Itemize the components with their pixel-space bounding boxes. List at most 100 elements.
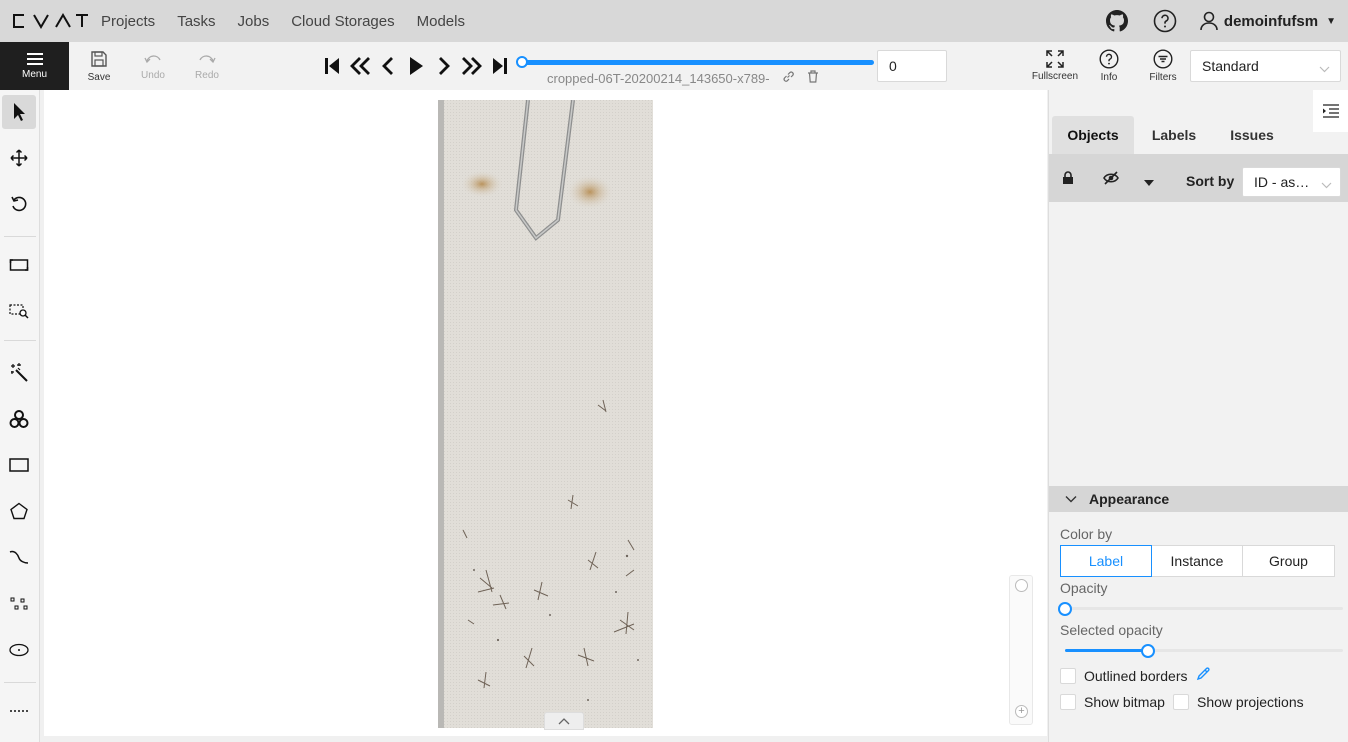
selected-opacity-slider[interactable]: [1065, 644, 1343, 658]
redo-label: Redo: [195, 69, 219, 81]
last-frame-button[interactable]: [486, 52, 514, 80]
caret-down-icon: ▼: [1326, 15, 1336, 27]
ellipse-icon: [9, 643, 29, 657]
fit-image-tool[interactable]: [2, 248, 36, 282]
nav-tasks[interactable]: Tasks: [177, 13, 215, 30]
zoom-in-icon[interactable]: +: [1015, 705, 1028, 718]
undo-button[interactable]: Undo: [126, 42, 180, 90]
ellipse-tool[interactable]: [2, 633, 36, 667]
sidebar-tabs: Objects Labels Issues: [1052, 116, 1290, 154]
first-frame-button[interactable]: [318, 52, 346, 80]
tab-objects[interactable]: Objects: [1052, 116, 1134, 154]
checkbox-box[interactable]: [1060, 694, 1076, 710]
color-by-group-option[interactable]: Group: [1242, 545, 1335, 577]
tool-separator: [4, 682, 36, 683]
color-picker-icon[interactable]: [1196, 667, 1210, 684]
zoom-region-tool[interactable]: [2, 294, 36, 328]
outlined-borders-checkbox[interactable]: Outlined borders: [1060, 667, 1210, 684]
zoom-slider-knob[interactable]: [1015, 579, 1028, 592]
objects-header: Sort by ID - as…: [1049, 154, 1348, 202]
filters-label: Filters: [1149, 72, 1177, 83]
caret-down-icon[interactable]: [1143, 174, 1155, 192]
eye-invisible-icon[interactable]: [1103, 171, 1119, 190]
fast-backward-button[interactable]: [346, 52, 374, 80]
menu-fold-icon: [1322, 104, 1339, 118]
color-by-label-option[interactable]: Label: [1060, 545, 1152, 577]
checkbox-box[interactable]: [1060, 667, 1076, 684]
tool-separator: [4, 340, 36, 341]
annotation-canvas[interactable]: +: [44, 90, 1047, 736]
fullscreen-button[interactable]: Fullscreen: [1030, 42, 1080, 90]
collapse-bottom-tab[interactable]: [544, 712, 584, 730]
zoom-slider[interactable]: +: [1009, 575, 1033, 725]
frame-number-input[interactable]: 0: [877, 50, 947, 82]
sort-by-select[interactable]: ID - as…: [1242, 167, 1341, 197]
save-icon: [91, 50, 107, 67]
play-button[interactable]: [402, 52, 430, 80]
redo-button[interactable]: Redo: [180, 42, 234, 90]
sort-by-label: Sort by: [1186, 173, 1235, 189]
cursor-tool[interactable]: [2, 95, 36, 129]
points-tool[interactable]: [2, 587, 36, 621]
opacity-slider[interactable]: [1058, 602, 1343, 616]
frame-slider[interactable]: [516, 56, 874, 68]
show-bitmap-checkbox[interactable]: Show bitmap: [1060, 694, 1165, 710]
user-icon: [1200, 11, 1218, 31]
previous-frame-button[interactable]: [374, 52, 402, 80]
nav-jobs[interactable]: Jobs: [238, 13, 270, 30]
polyline-icon: [9, 550, 29, 564]
magic-wand-icon: [11, 363, 28, 382]
tab-issues[interactable]: Issues: [1214, 116, 1290, 154]
polygon-icon: [10, 502, 28, 520]
checkbox-box[interactable]: [1173, 694, 1189, 710]
openvino-tool[interactable]: [2, 402, 36, 436]
cursor-icon: [14, 103, 25, 121]
cvat-logo-mark: [13, 13, 88, 29]
nav-models[interactable]: Models: [417, 13, 465, 30]
cvat-logo[interactable]: [12, 11, 92, 31]
magic-wand-tool[interactable]: [2, 355, 36, 389]
polygon-tool[interactable]: [2, 494, 36, 528]
nav-projects[interactable]: Projects: [101, 13, 155, 30]
user-menu[interactable]: demoinfufsm ▼: [1200, 11, 1336, 31]
undo-label: Undo: [141, 69, 165, 81]
lock-icon[interactable]: [1061, 171, 1075, 190]
selected-opacity-handle[interactable]: [1141, 644, 1156, 658]
player-controls: [318, 52, 514, 80]
show-projections-checkbox[interactable]: Show projections: [1173, 694, 1304, 710]
fast-forward-button[interactable]: [458, 52, 486, 80]
help-icon[interactable]: [1152, 8, 1178, 34]
tool-separator: [4, 236, 36, 237]
opacity-handle[interactable]: [1058, 602, 1072, 616]
rectangle-tool[interactable]: [2, 448, 36, 482]
color-by-instance-option[interactable]: Instance: [1151, 545, 1243, 577]
nav-cloud-storages[interactable]: Cloud Storages: [291, 13, 394, 30]
info-label: Info: [1100, 72, 1118, 83]
double-chevron-right-icon: [462, 57, 482, 75]
github-icon[interactable]: [1104, 8, 1130, 34]
info-button[interactable]: Info: [1092, 42, 1126, 90]
menu-button[interactable]: Menu: [0, 42, 69, 90]
appearance-header[interactable]: Appearance: [1049, 486, 1348, 512]
workspace-select[interactable]: Standard: [1190, 50, 1341, 82]
selected-opacity-label: Selected opacity: [1060, 622, 1163, 638]
next-frame-button[interactable]: [430, 52, 458, 80]
frame-slider-handle[interactable]: [516, 56, 528, 68]
sort-by-value: ID - as…: [1254, 174, 1310, 190]
more-tools[interactable]: [2, 694, 36, 728]
filters-button[interactable]: Filters: [1146, 42, 1180, 90]
link-icon[interactable]: [782, 70, 795, 86]
skip-first-icon: [325, 58, 339, 74]
ai-tools-icon: [9, 410, 29, 428]
sidebar-collapse-button[interactable]: [1313, 90, 1348, 132]
move-tool[interactable]: [2, 141, 36, 175]
rotate-tool[interactable]: [2, 187, 36, 221]
tab-labels[interactable]: Labels: [1134, 116, 1214, 154]
main-nav: Projects Tasks Jobs Cloud Storages Model…: [101, 13, 487, 30]
frame-image: [438, 100, 653, 728]
color-by-label: Color by: [1060, 526, 1113, 542]
save-button[interactable]: Save: [72, 42, 126, 90]
polyline-tool[interactable]: [2, 540, 36, 574]
delete-frame-icon[interactable]: [807, 70, 819, 86]
chevron-down-icon: [1065, 496, 1077, 503]
